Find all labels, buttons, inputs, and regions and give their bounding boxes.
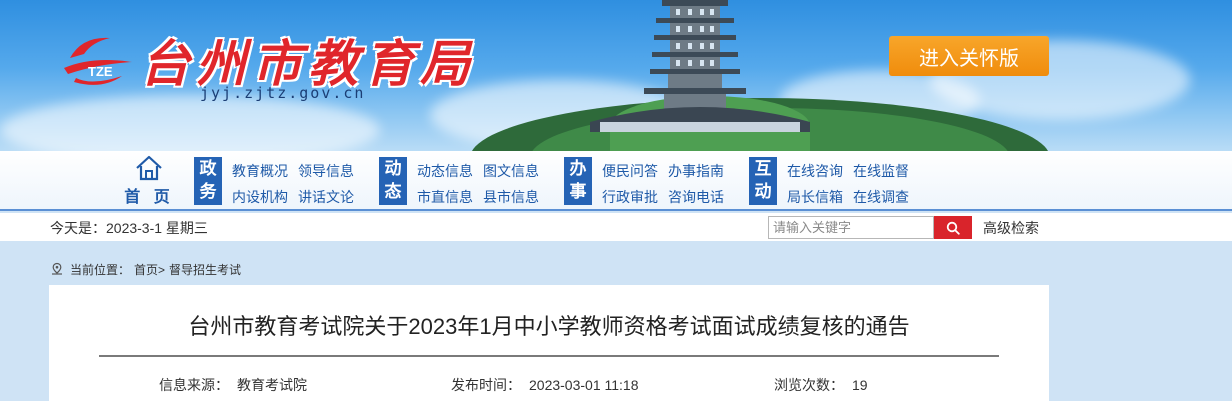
publish-time-label: 发布时间： (451, 377, 521, 393)
nav-link-news[interactable]: 动态信息 (417, 161, 473, 181)
logo-mark-text: TZE (88, 64, 113, 79)
view-count-value: 19 (852, 377, 868, 393)
breadcrumb-current[interactable]: 督导招生考试 (169, 261, 241, 278)
nav-link-service-guide[interactable]: 办事指南 (668, 161, 724, 181)
nav-link-education-overview[interactable]: 教育概况 (232, 161, 288, 181)
nav-badge-top: 办 (569, 159, 587, 179)
location-pin-icon (52, 262, 62, 275)
title-divider (99, 355, 999, 357)
view-count-label: 浏览次数： (774, 377, 844, 393)
article-card: 台州市教育考试院关于2023年1月中小学教师资格考试面试成绩复核的通告 信息来源… (49, 285, 1049, 401)
nav-badge-bottom: 动 (754, 182, 772, 202)
advanced-search-link[interactable]: 高级检索 (983, 218, 1039, 238)
search-button[interactable] (934, 216, 972, 239)
nav-badge: 政 务 (194, 157, 222, 205)
pavilion-roof-illustration (590, 107, 810, 132)
article-publish-time: 发布时间： 2023-03-01 11:18 (451, 375, 639, 395)
source-value: 教育考试院 (237, 377, 307, 393)
nav-link-online-supervision[interactable]: 在线监督 (853, 161, 909, 181)
nav-link-leadership[interactable]: 领导信息 (298, 161, 354, 181)
tze-logo-icon: TZE (64, 37, 132, 85)
header-banner: TZE 台州市教育局 jyj.zjtz.gov.cn 进入关怀版 (0, 0, 1232, 151)
nav-badge: 办 事 (564, 157, 592, 205)
date-search-bar: 今天是：2023-3-1 星期三 高级检索 (0, 213, 1232, 241)
article-view-count: 浏览次数： 19 (774, 375, 868, 395)
nav-badge: 互 动 (749, 157, 777, 205)
source-label: 信息来源： (159, 377, 229, 393)
nav-links: 便民问答 办事指南 行政审批 咨询电话 (602, 159, 762, 207)
nav-link-online-survey[interactable]: 在线调查 (853, 187, 909, 207)
nav-badge-top: 动 (384, 159, 402, 179)
nav-links: 动态信息 图文信息 市直信息 县市信息 (417, 159, 577, 207)
today-date: 今天是：2023-3-1 星期三 (50, 220, 208, 236)
nav-links: 教育概况 领导信息 内设机构 讲话文论 (232, 159, 392, 207)
nav-badge-bottom: 务 (199, 182, 217, 202)
search-input[interactable] (768, 216, 934, 239)
article-source: 信息来源： 教育考试院 (159, 375, 307, 395)
nav-link-online-consultation[interactable]: 在线咨询 (787, 161, 843, 181)
publish-time-value: 2023-03-01 11:18 (529, 377, 639, 393)
breadcrumb: 当前位置： 首页> 督导招生考试 (50, 260, 241, 278)
breadcrumb-home[interactable]: 首页> (134, 261, 165, 278)
nav-home[interactable]: 首 页 (124, 155, 174, 207)
nav-link-internal-departments[interactable]: 内设机构 (232, 187, 288, 207)
elderly-care-mode-button[interactable]: 进入关怀版 (889, 36, 1049, 76)
nav-link-hotline[interactable]: 咨询电话 (668, 187, 724, 207)
nav-home-label: 首 页 (124, 187, 174, 206)
nav-badge-top: 互 (754, 159, 772, 179)
article-title: 台州市教育考试院关于2023年1月中小学教师资格考试面试成绩复核的通告 (188, 314, 910, 339)
nav-badge-top: 政 (199, 159, 217, 179)
nav-link-director-mailbox[interactable]: 局长信箱 (787, 187, 843, 207)
main-nav: 首 页 政 务 教育概况 领导信息 内设机构 讲话文论 动 态 动态信息 图文信… (0, 151, 1232, 211)
nav-link-administrative-approval[interactable]: 行政审批 (602, 187, 658, 207)
search-icon (946, 221, 960, 235)
nav-badge-bottom: 事 (569, 182, 587, 202)
site-domain: jyj.zjtz.gov.cn (200, 84, 366, 102)
nav-link-city-news[interactable]: 市直信息 (417, 187, 473, 207)
nav-link-county-news[interactable]: 县市信息 (483, 187, 539, 207)
nav-links: 在线咨询 在线监督 局长信箱 在线调查 (787, 159, 947, 207)
nav-link-faq[interactable]: 便民问答 (602, 161, 658, 181)
breadcrumb-prefix: 当前位置： (70, 262, 131, 277)
nav-link-speeches[interactable]: 讲话文论 (298, 187, 354, 207)
nav-link-photo-news[interactable]: 图文信息 (483, 161, 539, 181)
site-logo[interactable]: TZE 台州市教育局 jyj.zjtz.gov.cn (62, 28, 470, 108)
nav-badge: 动 态 (379, 157, 407, 205)
nav-badge-bottom: 态 (384, 182, 402, 202)
home-icon (136, 155, 162, 181)
